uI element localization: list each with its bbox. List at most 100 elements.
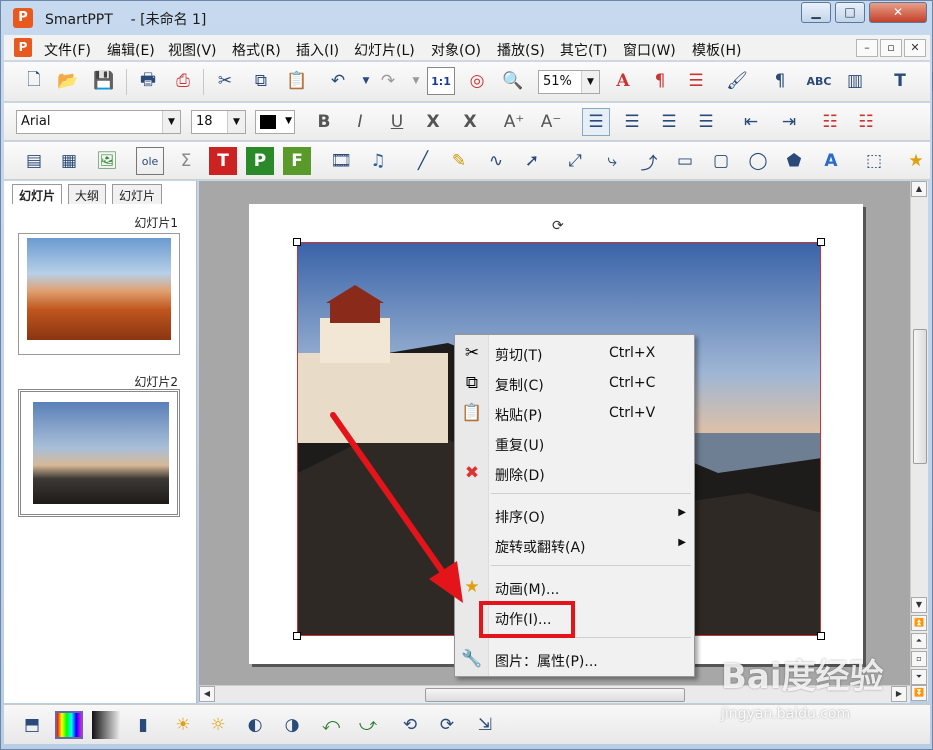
menu-view[interactable]: 视图(V) (168, 40, 217, 60)
menu-file[interactable]: 文件(F) (44, 40, 91, 60)
menu-item-cut[interactable]: ✂ 剪切(T) Ctrl+X (455, 339, 694, 367)
doc-restore-button[interactable]: ▫ (880, 39, 902, 57)
paragraph-icon[interactable]: ¶ (646, 67, 674, 95)
copy-icon[interactable]: ⧉ (247, 67, 275, 95)
chart-icon[interactable]: ▥ (841, 67, 869, 95)
ole-icon[interactable]: ole (136, 147, 164, 175)
numbered-list-icon[interactable]: ☷ (852, 108, 880, 136)
slide-layout-icon[interactable]: ▤ (20, 147, 48, 175)
picture-icon[interactable]: 🖼 (93, 147, 121, 175)
flip-icon[interactable]: ⟲ (396, 711, 424, 739)
video-icon[interactable]: 🎞 (327, 147, 355, 175)
doc-close-button[interactable]: ✕ (904, 39, 926, 57)
menu-slide[interactable]: 幻灯片(L) (354, 40, 415, 60)
strikethrough-icon[interactable]: X (419, 108, 447, 136)
more-icon[interactable]: ▕ (914, 67, 933, 95)
connector-icon[interactable]: ⤢ (561, 147, 589, 175)
menu-edit[interactable]: 编辑(E) (107, 40, 155, 60)
format-painter-icon[interactable]: 🖌 (723, 67, 751, 95)
doc-minimize-button[interactable]: – (856, 39, 878, 57)
undo-icon[interactable]: ↶ (324, 67, 352, 95)
flash-frame-icon[interactable]: F (283, 147, 311, 175)
picture-frame-icon[interactable]: P (246, 147, 274, 175)
font-select[interactable]: Arial ▼ (16, 110, 181, 134)
next-slide-icon[interactable]: ⏷ (911, 669, 927, 685)
contrast-down-icon[interactable]: ◑ (278, 711, 306, 739)
tab-slides-2[interactable]: 幻灯片 (112, 184, 163, 204)
menu-template[interactable]: 模板(H) (692, 40, 741, 60)
vertical-scrollbar[interactable]: ▲ ▼ ⏫ ⏶ ▫ ⏷ ⏬ (910, 181, 928, 701)
menu-play[interactable]: 播放(S) (497, 40, 545, 60)
scroll-down-icon[interactable]: ▼ (911, 597, 927, 613)
font-color-picker[interactable]: ▼ (255, 110, 295, 134)
menu-insert[interactable]: 插入(I) (296, 40, 339, 60)
resize-handle[interactable] (293, 238, 301, 246)
align-right-icon[interactable]: ☰ (655, 108, 683, 136)
clear-format-icon[interactable]: X (456, 108, 484, 136)
align-left-icon[interactable]: ☰ (582, 108, 610, 136)
justify-icon[interactable]: ☰ (692, 108, 720, 136)
menu-item-animation[interactable]: ★ 动画(M)... (455, 573, 694, 601)
indent-icon[interactable]: ⇥ (775, 108, 803, 136)
align-center-icon[interactable]: ☰ (618, 108, 646, 136)
zoom-fit-icon[interactable]: ◎ (463, 67, 491, 95)
arrow-line-icon[interactable]: ➚ (518, 147, 546, 175)
redo-dropdown-icon[interactable]: ▼ (402, 67, 430, 95)
italic-icon[interactable]: I (346, 108, 374, 136)
resize-handle[interactable] (293, 632, 301, 640)
reset-icon[interactable]: ⟳ (433, 711, 461, 739)
menu-item-picture-properties[interactable]: 🔧 图片：属性(P)... (455, 645, 694, 673)
spellcheck-icon[interactable]: ABC (805, 67, 833, 95)
menu-item-rotate-flip[interactable]: 旋转或翻转(A) ▶ (455, 531, 694, 559)
cut-icon[interactable]: ✂ (211, 67, 239, 95)
menu-format[interactable]: 格式(R) (232, 40, 281, 60)
close-button[interactable]: ✕ (869, 2, 927, 23)
crop-icon[interactable]: ⬒ (18, 711, 46, 739)
rectangle-icon[interactable]: ▭ (671, 147, 699, 175)
save-icon[interactable]: 💾 (90, 67, 118, 95)
restore-view-icon[interactable]: ▫ (911, 651, 927, 667)
slide-thumbnail-1[interactable] (18, 233, 180, 355)
curve-icon[interactable]: ∿ (482, 147, 510, 175)
grayscale-icon[interactable] (92, 711, 120, 739)
prev-slide-icon[interactable]: ⏶ (911, 633, 927, 649)
contrast-up-icon[interactable]: ◐ (241, 711, 269, 739)
textbox-icon[interactable]: T (886, 67, 914, 95)
menu-item-copy[interactable]: ⧉ 复制(C) Ctrl+C (455, 369, 694, 397)
resize-handle[interactable] (817, 238, 825, 246)
menu-item-order[interactable]: 排序(O) ▶ (455, 501, 694, 529)
scroll-thumb[interactable] (913, 329, 927, 464)
text-frame-icon[interactable]: T (209, 147, 237, 175)
formula-icon[interactable]: Σ (172, 147, 200, 175)
actual-size-icon[interactable]: 1:1 (427, 67, 455, 95)
tab-outline[interactable]: 大纲 (68, 184, 107, 204)
zoom-select[interactable]: 51% ▼ (538, 70, 600, 94)
rotate-right-icon[interactable]: ⤻ (354, 711, 382, 739)
font-shrink-icon[interactable]: A⁻ (537, 108, 565, 136)
scroll-up-icon[interactable]: ▲ (911, 181, 927, 197)
bold-icon[interactable]: B (310, 108, 338, 136)
redo-icon[interactable]: ↷ (374, 67, 402, 95)
font-size-select[interactable]: 18 ▼ (191, 110, 246, 134)
list-icon[interactable]: ☰ (682, 67, 710, 95)
menu-object[interactable]: 对象(O) (431, 40, 481, 60)
ellipse-icon[interactable]: ◯ (744, 147, 772, 175)
wordart-icon[interactable]: A (817, 147, 845, 175)
pilcrow-icon[interactable]: ¶ (766, 67, 794, 95)
brightness-up-icon[interactable]: ☀ (169, 711, 197, 739)
compress-icon[interactable]: ⇲ (471, 711, 499, 739)
scroll-right-icon[interactable]: ▶ (891, 686, 907, 702)
color-mode-icon[interactable] (55, 711, 83, 739)
minimize-button[interactable]: ▁ (801, 2, 831, 23)
bullet-list-icon[interactable]: ☷ (816, 108, 844, 136)
scroll-left-icon[interactable]: ◀ (199, 686, 215, 702)
menu-other[interactable]: 其它(T) (560, 40, 607, 60)
scroll-thumb[interactable] (425, 688, 685, 702)
star-icon[interactable]: ★ (902, 147, 930, 175)
tab-slides[interactable]: 幻灯片 (12, 184, 63, 204)
menu-window[interactable]: 窗口(W) (623, 40, 676, 60)
font-grow-icon[interactable]: A⁺ (500, 108, 528, 136)
menu-item-repeat[interactable]: 重复(U) (455, 429, 694, 457)
rounded-rect-icon[interactable]: ▢ (707, 147, 735, 175)
pencil-icon[interactable]: ✎ (445, 147, 473, 175)
